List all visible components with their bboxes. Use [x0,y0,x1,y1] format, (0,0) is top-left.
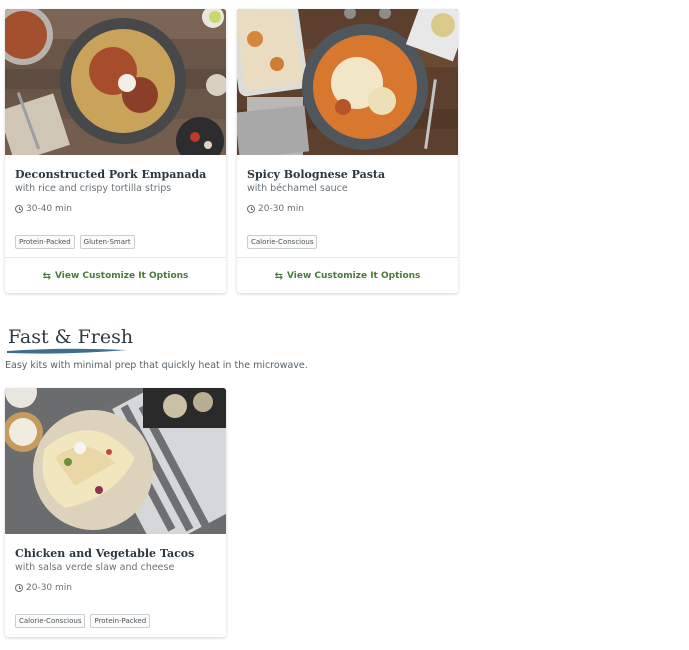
clock-icon [15,584,23,592]
recipe-subtitle: with béchamel sauce [247,183,348,194]
tag-badge: Gluten-Smart [79,235,135,249]
cook-time-value: 20-30 min [258,204,304,214]
cook-time: 30-40 min [15,204,72,214]
recipe-subtitle: with salsa verde slaw and cheese [15,562,175,573]
recipe-title[interactable]: Spicy Bolognese Pasta [247,168,385,181]
recipe-card[interactable]: Spicy Bolognese Pasta with béchamel sauc… [237,9,458,293]
customize-options-label: View Customize It Options [54,271,189,281]
section-description: Easy kits with minimal prep that quickly… [5,360,308,371]
tag-list: Calorie-Conscious [247,235,318,249]
cook-time-value: 30-40 min [26,204,72,214]
tag-list: Calorie-Conscious Protein-Packed [15,614,151,628]
clock-icon [15,205,23,213]
tag-badge: Calorie-Conscious [15,614,86,628]
recipe-photo[interactable] [5,9,226,155]
cook-time: 20-30 min [247,204,304,214]
swap-arrows-icon: ⇆ [274,270,283,282]
recipe-title[interactable]: Deconstructed Pork Empanada [15,168,206,181]
customize-options-link[interactable]: ⇆ View Customize It Options [5,257,226,293]
recipe-title[interactable]: Chicken and Vegetable Tacos [15,547,194,560]
section-title-underline [7,348,127,354]
cook-time: 20-30 min [15,583,72,593]
tag-badge: Calorie-Conscious [247,235,318,249]
customize-options-link[interactable]: ⇆ View Customize It Options [237,257,458,293]
tag-badge: Protein-Packed [15,235,75,249]
section-title: Fast & Fresh [8,326,134,348]
cook-time-value: 20-30 min [26,583,72,593]
recipe-card[interactable]: Deconstructed Pork Empanada with rice an… [5,9,226,293]
recipe-photo[interactable] [5,388,226,534]
tag-list: Protein-Packed Gluten-Smart [15,235,135,249]
recipe-subtitle: with rice and crispy tortilla strips [15,183,172,194]
recipe-card[interactable]: Chicken and Vegetable Tacos with salsa v… [5,388,226,637]
swap-arrows-icon: ⇆ [42,270,51,282]
customize-options-label: View Customize It Options [286,271,421,281]
tag-badge: Protein-Packed [90,614,151,628]
recipe-photo[interactable] [237,9,458,155]
clock-icon [247,205,255,213]
